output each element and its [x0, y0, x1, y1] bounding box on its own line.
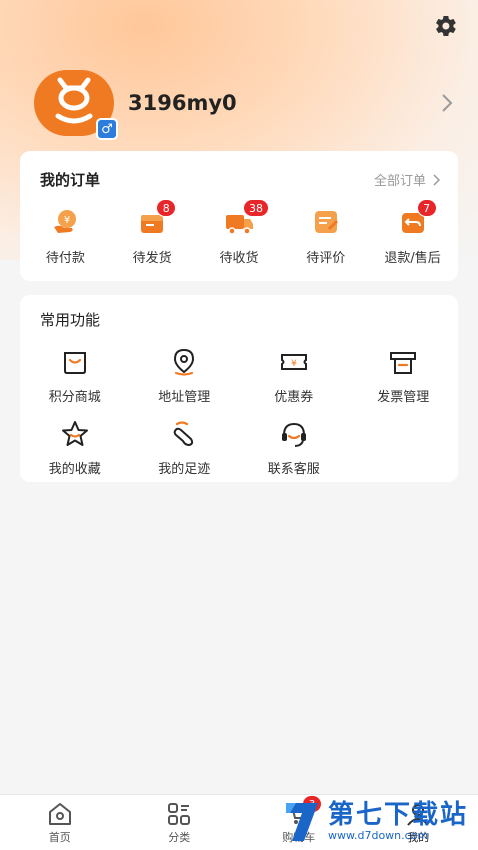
avatar[interactable]: ♂	[34, 70, 118, 140]
location-pin-icon	[174, 348, 195, 376]
order-label: 待收货	[219, 251, 259, 266]
chevron-right-icon[interactable]	[440, 93, 454, 113]
all-orders-link[interactable]: 全部订单	[374, 170, 440, 189]
function-label: 地址管理	[158, 390, 211, 405]
avatar-logo-icon	[55, 77, 93, 124]
svg-text:¥: ¥	[291, 359, 297, 369]
my-orders-card: 我的订单 全部订单 ¥ 待付款 8 待发货 38 待收货 待评价 7 退款/售后	[20, 151, 458, 281]
contact-support-button[interactable]: 联系客服	[239, 419, 349, 477]
orders-title: 我的订单	[40, 171, 101, 189]
tab-label: 首页	[48, 831, 71, 844]
order-label: 待发货	[132, 251, 172, 266]
address-management-button[interactable]: 地址管理	[130, 347, 240, 405]
function-label: 我的足迹	[158, 462, 211, 477]
order-badge: 8	[156, 199, 177, 217]
chevron-right-icon	[433, 173, 440, 186]
order-pending-shipment[interactable]: 8 待发货	[112, 199, 192, 266]
order-refund-after-sale[interactable]: 7 退款/售后	[373, 199, 453, 266]
invoice-management-button[interactable]: 发票管理	[349, 347, 459, 405]
functions-title: 常用功能	[40, 311, 101, 329]
review-icon	[314, 211, 338, 233]
coupon-icon: ¥	[280, 354, 307, 370]
order-label: 待付款	[45, 251, 85, 266]
function-label: 积分商城	[48, 390, 101, 405]
watermark-title: 第七下载站	[328, 799, 469, 830]
watermark: 第七下载站 www.d7down.com	[282, 796, 472, 846]
points-mall-button[interactable]: 积分商城	[20, 347, 130, 405]
my-footprints-button[interactable]: 我的足迹	[130, 419, 240, 477]
headset-icon	[281, 422, 306, 447]
order-badge: 38	[242, 199, 269, 217]
gender-male-icon: ♂	[96, 118, 118, 140]
settings-gear-icon[interactable]	[434, 14, 458, 38]
star-icon	[61, 421, 88, 446]
function-label: 我的收藏	[48, 462, 101, 477]
tab-label: 分类	[168, 831, 191, 844]
order-pending-receipt[interactable]: 38 待收货	[199, 199, 279, 266]
coupons-button[interactable]: ¥ 优惠券	[239, 347, 349, 405]
all-orders-label: 全部订单	[373, 174, 426, 189]
invoice-icon	[390, 352, 417, 374]
svg-text:¥: ¥	[64, 215, 70, 226]
my-favorites-button[interactable]: 我的收藏	[20, 419, 130, 477]
watermark-url: www.d7down.com	[328, 828, 429, 842]
common-functions-card: 常用功能 积分商城 地址管理 ¥ 优惠券 发票管理 我的收藏 我的足迹 联系客服	[20, 295, 458, 482]
function-label: 优惠券	[274, 390, 314, 405]
tab-home[interactable]: 首页	[0, 795, 120, 850]
category-icon	[168, 803, 191, 825]
footprint-icon	[173, 421, 194, 447]
function-label: 联系客服	[267, 462, 320, 477]
order-pending-payment[interactable]: ¥ 待付款	[25, 207, 105, 266]
order-label: 退款/售后	[384, 251, 441, 266]
order-label: 待评价	[306, 251, 346, 266]
username: 3196my0	[128, 91, 237, 115]
function-label: 发票管理	[377, 390, 430, 405]
wallet-yen-icon: ¥	[54, 210, 77, 233]
order-badge: 7	[416, 199, 437, 217]
tab-category[interactable]: 分类	[120, 795, 240, 850]
order-pending-review[interactable]: 待评价	[286, 207, 366, 266]
shopping-bag-icon	[63, 352, 86, 374]
watermark-logo-icon	[286, 803, 318, 841]
home-icon	[48, 803, 71, 825]
profile-header[interactable]: ♂ 3196my0	[34, 70, 454, 140]
